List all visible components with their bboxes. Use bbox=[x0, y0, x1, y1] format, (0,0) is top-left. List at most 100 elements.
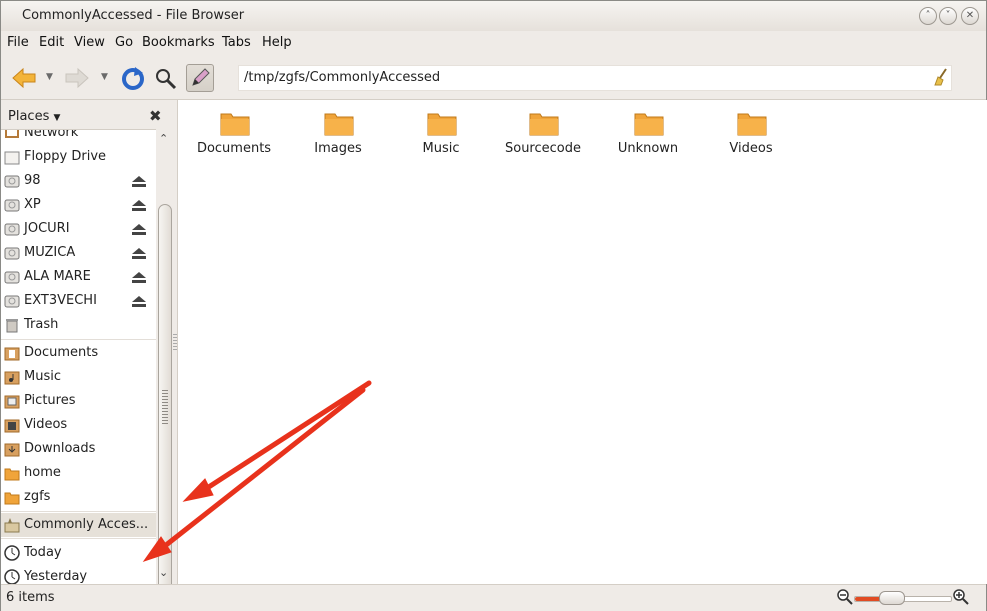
sidebar-item-today[interactable]: Today bbox=[1, 541, 156, 565]
sidebar-item-label: JOCURI bbox=[24, 221, 70, 236]
file-name: Unknown bbox=[617, 141, 679, 156]
network-icon bbox=[5, 130, 19, 138]
file-name: Videos bbox=[729, 141, 773, 156]
sidebar-item-zgfs[interactable]: zgfs bbox=[1, 485, 156, 509]
zoom-in-icon[interactable] bbox=[952, 588, 970, 606]
folder-icon bbox=[427, 113, 457, 136]
sidebar-item-label: Music bbox=[24, 369, 61, 384]
folder-icon bbox=[634, 113, 664, 136]
close-button[interactable]: ✕ bbox=[961, 7, 979, 25]
sidebar-item-videos[interactable]: Videos bbox=[1, 413, 156, 437]
menu-file[interactable]: File bbox=[7, 35, 29, 50]
sidebar-item-label: Trash bbox=[24, 317, 59, 332]
sidebar-item-ala-mare[interactable]: ALA MARE bbox=[1, 265, 156, 289]
sidebar-item-label: Documents bbox=[24, 345, 99, 360]
sidebar-item-label: zgfs bbox=[24, 489, 51, 504]
eject-icon[interactable] bbox=[132, 199, 146, 211]
divider bbox=[1, 511, 156, 512]
zoom-out-icon[interactable] bbox=[836, 588, 854, 606]
drive-icon bbox=[4, 223, 20, 236]
sidebar-item-label: Downloads bbox=[24, 441, 96, 456]
chevron-down-icon[interactable]: ⌄ bbox=[159, 566, 168, 579]
eject-icon[interactable] bbox=[132, 247, 146, 259]
title-bar[interactable]: CommonlyAccessed - File Browser ˄ ˅ ✕ bbox=[1, 1, 986, 31]
file-name: Images bbox=[314, 141, 362, 156]
sidebar-item-home[interactable]: home bbox=[1, 461, 156, 485]
menu-go[interactable]: Go bbox=[115, 35, 133, 50]
sidebar-scrollbar[interactable]: ⌃ ⌄ bbox=[156, 129, 174, 591]
sidebar-item-trash[interactable]: Trash bbox=[1, 313, 156, 337]
file-item-sourcecode[interactable]: Sourcecode bbox=[493, 110, 593, 160]
sidebar-item-music[interactable]: Music bbox=[1, 365, 156, 389]
sidebar-item-label: home bbox=[24, 465, 61, 480]
sidebar-item-downloads[interactable]: Downloads bbox=[1, 437, 156, 461]
maximize-button[interactable]: ˅ bbox=[939, 7, 957, 25]
file-item-music[interactable]: Music bbox=[391, 110, 491, 160]
menu-view[interactable]: View bbox=[74, 35, 105, 50]
eject-icon[interactable] bbox=[132, 223, 146, 235]
reload-icon[interactable] bbox=[121, 67, 145, 91]
pencil-icon bbox=[192, 68, 210, 86]
sidebar-item-98[interactable]: 98 bbox=[1, 169, 156, 193]
sidebar-item-label: XP bbox=[24, 197, 41, 212]
sidebar-item-muzica[interactable]: MUZICA bbox=[1, 241, 156, 265]
sidebar-item-floppy-drive[interactable]: Floppy Drive bbox=[1, 145, 156, 169]
places-list: Network Floppy Drive 98 XP JOCURI MUZICA… bbox=[1, 129, 156, 585]
file-browser-window: CommonlyAccessed - File Browser ˄ ˅ ✕ Fi… bbox=[0, 0, 987, 611]
location-path: /tmp/zgfs/CommonlyAccessed bbox=[244, 70, 441, 85]
minimize-button[interactable]: ˄ bbox=[919, 7, 937, 25]
broom-icon[interactable] bbox=[933, 68, 949, 86]
folder-icon bbox=[529, 113, 559, 136]
sidebar-item-jocuri[interactable]: JOCURI bbox=[1, 217, 156, 241]
menu-edit[interactable]: Edit bbox=[39, 35, 64, 50]
sidebar-item-yesterday[interactable]: Yesterday bbox=[1, 565, 156, 585]
file-item-images[interactable]: Images bbox=[288, 110, 388, 160]
sidebar-item-label: Videos bbox=[24, 417, 68, 432]
chevron-down-icon: ▼ bbox=[53, 113, 61, 123]
close-icon[interactable]: ✖ bbox=[149, 107, 162, 125]
drive-icon bbox=[4, 199, 20, 212]
file-item-videos[interactable]: Videos bbox=[701, 110, 801, 160]
sidebar-item-label: MUZICA bbox=[24, 245, 76, 260]
scrollbar-thumb[interactable] bbox=[158, 204, 172, 591]
documents-folder-icon bbox=[4, 347, 20, 361]
eject-icon[interactable] bbox=[132, 175, 146, 187]
menu-help[interactable]: Help bbox=[262, 35, 292, 50]
file-item-documents[interactable]: Documents bbox=[184, 110, 284, 160]
zoom-slider-knob[interactable] bbox=[879, 591, 905, 605]
sidebar-item-documents[interactable]: Documents bbox=[1, 341, 156, 365]
search-icon[interactable] bbox=[154, 67, 178, 91]
sidebar-item-xp[interactable]: XP bbox=[1, 193, 156, 217]
file-view[interactable]: Documents Images Music Sourcecode Unknow… bbox=[177, 100, 987, 584]
location-bar[interactable]: /tmp/zgfs/CommonlyAccessed bbox=[238, 65, 952, 91]
back-history-dropdown[interactable]: ▼ bbox=[46, 72, 53, 82]
drive-icon bbox=[4, 247, 20, 260]
file-item-unknown[interactable]: Unknown bbox=[598, 110, 698, 160]
trash-icon bbox=[6, 319, 18, 333]
menu-bookmarks[interactable]: Bookmarks bbox=[142, 35, 215, 50]
sidebar-item-label: Pictures bbox=[24, 393, 76, 408]
places-header[interactable]: Places ▼ bbox=[8, 109, 60, 124]
sidebar-item-label: Floppy Drive bbox=[24, 149, 107, 164]
eject-icon[interactable] bbox=[132, 271, 146, 283]
edit-location-button[interactable] bbox=[186, 64, 214, 92]
sidebar-item-commonly-accessed[interactable]: Commonly Acces... bbox=[1, 513, 156, 537]
sidebar-item-ext3vechi[interactable]: EXT3VECHI bbox=[1, 289, 156, 313]
forward-history-dropdown[interactable]: ▼ bbox=[101, 72, 108, 82]
folder-icon bbox=[220, 113, 250, 136]
eject-icon[interactable] bbox=[132, 295, 146, 307]
sidebar-item-network[interactable]: Network bbox=[1, 130, 156, 145]
status-bar: 6 items bbox=[1, 584, 986, 611]
file-name: Sourcecode bbox=[504, 141, 581, 156]
sidebar-item-pictures[interactable]: Pictures bbox=[1, 389, 156, 413]
divider bbox=[1, 339, 156, 340]
back-arrow-icon[interactable] bbox=[11, 67, 37, 89]
music-folder-icon bbox=[4, 371, 20, 385]
chevron-up-icon[interactable]: ⌃ bbox=[159, 132, 168, 145]
window-title: CommonlyAccessed - File Browser bbox=[22, 8, 245, 23]
menu-bar: File Edit View Go Bookmarks Tabs Help bbox=[1, 31, 986, 55]
file-name: Documents bbox=[196, 141, 272, 156]
forward-arrow-icon[interactable] bbox=[64, 67, 90, 89]
commonly-accessed-icon bbox=[4, 518, 20, 533]
menu-tabs[interactable]: Tabs bbox=[222, 35, 251, 50]
